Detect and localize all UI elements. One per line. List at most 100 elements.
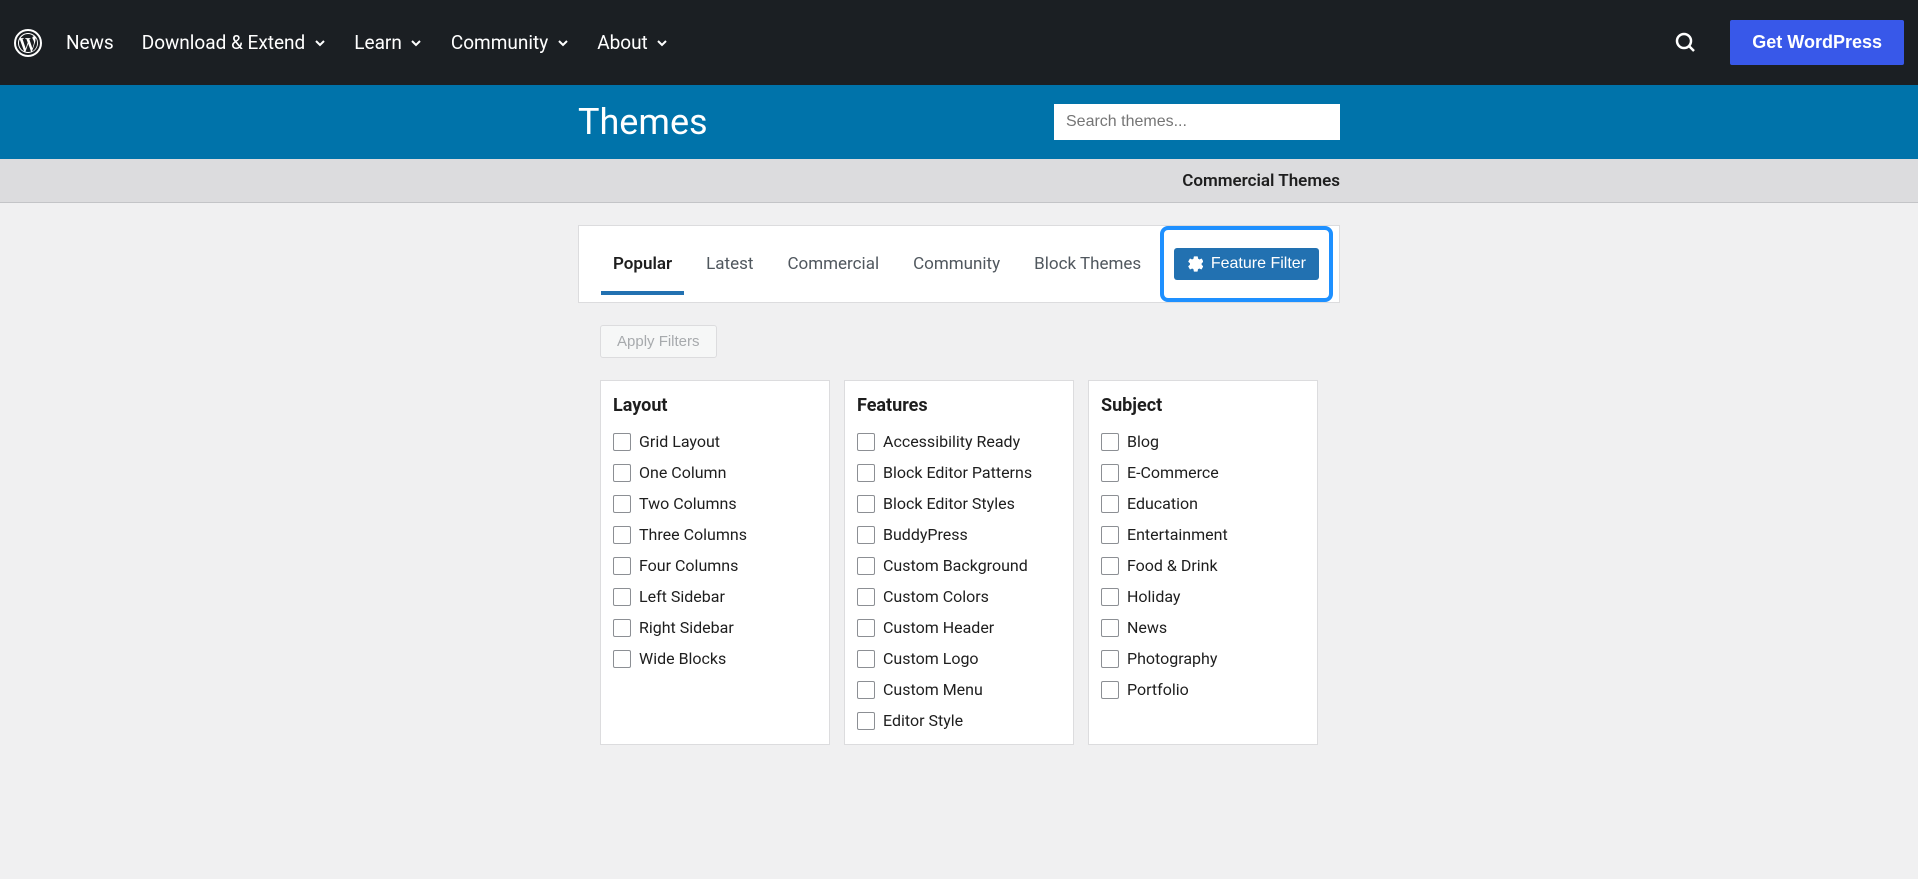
filter-checkbox[interactable] [1101, 526, 1119, 544]
filter-option[interactable]: Wide Blocks [613, 649, 817, 668]
filter-option-label: Custom Colors [883, 587, 989, 606]
chevron-down-icon [313, 36, 326, 49]
nav-item-learn[interactable]: Learn [354, 31, 423, 54]
commercial-themes-link[interactable]: Commercial Themes [1182, 171, 1340, 191]
filter-option[interactable]: Custom Colors [857, 587, 1061, 606]
filter-option-label: Education [1127, 494, 1198, 513]
filter-option[interactable]: Portfolio [1101, 680, 1305, 699]
nav-item-news[interactable]: News [66, 31, 114, 54]
filter-option[interactable]: Custom Background [857, 556, 1061, 575]
filter-option[interactable]: Three Columns [613, 525, 817, 544]
filter-checkbox[interactable] [613, 619, 631, 637]
filter-checkbox[interactable] [857, 712, 875, 730]
nav-links: News Download & Extend Learn Community A… [66, 31, 669, 54]
filter-col-features: Features Accessibility Ready Block Edito… [844, 380, 1074, 745]
nav-item-community[interactable]: Community [451, 31, 569, 54]
filter-option[interactable]: Photography [1101, 649, 1305, 668]
tab-block-themes[interactable]: Block Themes [1022, 234, 1153, 295]
filter-option-label: Wide Blocks [639, 649, 726, 668]
filter-checkbox[interactable] [1101, 495, 1119, 513]
tab-popular[interactable]: Popular [601, 234, 684, 295]
feature-filter-button[interactable]: Feature Filter [1174, 248, 1319, 280]
filter-option[interactable]: Block Editor Styles [857, 494, 1061, 513]
get-wordpress-button[interactable]: Get WordPress [1730, 20, 1904, 65]
filter-option[interactable]: Holiday [1101, 587, 1305, 606]
filter-option-label: Entertainment [1127, 525, 1228, 544]
filter-option[interactable]: News [1101, 618, 1305, 637]
nav-item-about[interactable]: About [597, 31, 669, 54]
filter-checkbox[interactable] [613, 495, 631, 513]
filter-option[interactable]: Grid Layout [613, 432, 817, 451]
filter-checkbox[interactable] [613, 526, 631, 544]
filter-option[interactable]: Custom Logo [857, 649, 1061, 668]
filter-option-label: News [1127, 618, 1167, 637]
filter-checkbox[interactable] [857, 650, 875, 668]
filter-option[interactable]: Custom Menu [857, 680, 1061, 699]
filter-option[interactable]: Right Sidebar [613, 618, 817, 637]
nav-item-label: Community [451, 31, 548, 54]
filter-checkbox[interactable] [1101, 464, 1119, 482]
filter-checkbox[interactable] [857, 495, 875, 513]
filter-columns: Layout Grid Layout One Column Two Column… [578, 358, 1340, 767]
top-nav: News Download & Extend Learn Community A… [0, 0, 1918, 85]
filter-option-label: Left Sidebar [639, 587, 725, 606]
filter-option[interactable]: Food & Drink [1101, 556, 1305, 575]
filter-option-label: Blog [1127, 432, 1159, 451]
apply-filters-wrap: Apply Filters [578, 303, 1340, 358]
filter-checkbox[interactable] [857, 464, 875, 482]
filter-checkbox[interactable] [857, 681, 875, 699]
filter-checkbox[interactable] [613, 588, 631, 606]
filter-option-label: Block Editor Styles [883, 494, 1015, 513]
filter-option[interactable]: Editor Style [857, 711, 1061, 730]
filter-option[interactable]: Education [1101, 494, 1305, 513]
filter-tabs: Popular Latest Commercial Community Bloc… [579, 234, 1153, 295]
filter-checkbox[interactable] [613, 557, 631, 575]
filter-col-subject: Subject Blog E-Commerce Education Entert… [1088, 380, 1318, 745]
nav-item-download[interactable]: Download & Extend [142, 31, 327, 54]
filter-checkbox[interactable] [857, 588, 875, 606]
filter-checkbox[interactable] [857, 619, 875, 637]
filter-checkbox[interactable] [1101, 557, 1119, 575]
filter-options-layout: Grid Layout One Column Two Columns Three… [613, 432, 817, 668]
filter-option[interactable]: Blog [1101, 432, 1305, 451]
feature-filter-highlight: Feature Filter [1160, 226, 1333, 302]
filter-checkbox[interactable] [613, 464, 631, 482]
filter-col-title: Layout [613, 395, 817, 416]
filter-option[interactable]: Two Columns [613, 494, 817, 513]
main-content: Popular Latest Commercial Community Bloc… [314, 203, 1604, 767]
search-icon[interactable] [1674, 31, 1698, 55]
tab-community[interactable]: Community [901, 234, 1012, 295]
filter-checkbox[interactable] [1101, 619, 1119, 637]
filter-option[interactable]: Left Sidebar [613, 587, 817, 606]
page-title: Themes [578, 101, 708, 143]
filter-option-label: Custom Header [883, 618, 994, 637]
filter-option[interactable]: BuddyPress [857, 525, 1061, 544]
filter-option-label: E-Commerce [1127, 463, 1219, 482]
tab-commercial[interactable]: Commercial [775, 234, 891, 295]
filter-option[interactable]: Accessibility Ready [857, 432, 1061, 451]
filter-checkbox[interactable] [857, 433, 875, 451]
filter-checkbox[interactable] [1101, 650, 1119, 668]
search-themes-input[interactable] [1054, 104, 1340, 140]
tab-latest[interactable]: Latest [694, 234, 765, 295]
filter-option-label: Holiday [1127, 587, 1181, 606]
filter-option-label: Custom Background [883, 556, 1028, 575]
gear-icon [1187, 256, 1203, 272]
filter-checkbox[interactable] [613, 650, 631, 668]
filter-option[interactable]: One Column [613, 463, 817, 482]
filter-checkbox[interactable] [1101, 681, 1119, 699]
filter-option[interactable]: Four Columns [613, 556, 817, 575]
filter-checkbox[interactable] [613, 433, 631, 451]
filter-checkbox[interactable] [1101, 433, 1119, 451]
filter-checkbox[interactable] [1101, 588, 1119, 606]
wordpress-logo-icon[interactable] [14, 29, 42, 57]
filter-checkbox[interactable] [857, 526, 875, 544]
filter-option[interactable]: Entertainment [1101, 525, 1305, 544]
filter-option[interactable]: E-Commerce [1101, 463, 1305, 482]
apply-filters-button[interactable]: Apply Filters [600, 325, 717, 358]
filter-option[interactable]: Block Editor Patterns [857, 463, 1061, 482]
filter-col-layout: Layout Grid Layout One Column Two Column… [600, 380, 830, 745]
chevron-down-icon [556, 36, 569, 49]
filter-option[interactable]: Custom Header [857, 618, 1061, 637]
filter-checkbox[interactable] [857, 557, 875, 575]
